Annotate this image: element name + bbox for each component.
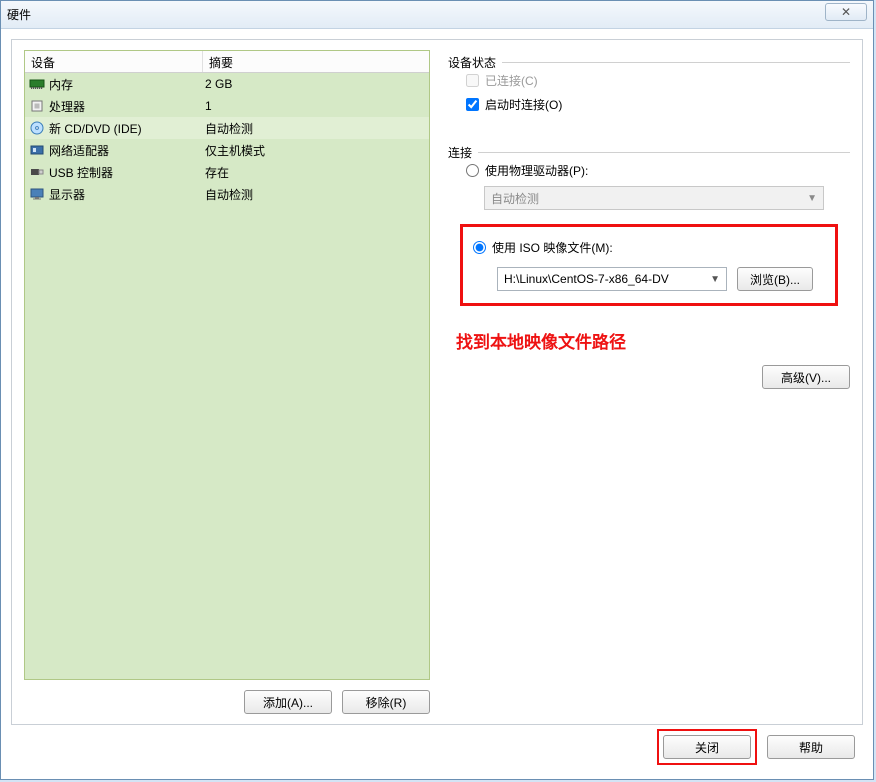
memory-icon <box>29 77 45 91</box>
titlebar-title: 硬件 <box>7 6 31 23</box>
physical-drive-dropdown: 自动检测 ▼ <box>484 186 824 210</box>
annotation-text: 找到本地映像文件路径 <box>456 328 850 353</box>
device-name: 显示器 <box>49 186 85 203</box>
use-iso-label: 使用 ISO 映像文件(M): <box>492 239 613 256</box>
summary-cell: 自动检测 <box>203 186 429 203</box>
chevron-down-icon: ▼ <box>807 193 817 204</box>
connect-poweron-checkbox[interactable] <box>466 98 479 111</box>
main-columns: 设备 摘要 内存2 GB处理器1新 CD/DVD (IDE)自动检测网络适配器仅… <box>24 50 850 714</box>
table-row[interactable]: 新 CD/DVD (IDE) 自动检测 <box>25 117 429 139</box>
device-name: 内存 <box>49 76 73 93</box>
use-physical-radio-row[interactable]: 使用物理驱动器(P): <box>466 158 838 182</box>
connected-checkbox <box>466 74 479 87</box>
device-name: USB 控制器 <box>49 164 113 181</box>
nic-icon <box>29 143 45 157</box>
summary-cell: 存在 <box>203 164 429 181</box>
summary-cell: 自动检测 <box>203 120 429 137</box>
device-table-body: 内存2 GB处理器1新 CD/DVD (IDE)自动检测网络适配器仅主机模式US… <box>25 73 429 679</box>
table-row[interactable]: USB 控制器 存在 <box>25 161 429 183</box>
connected-label: 已连接(C) <box>485 72 538 89</box>
table-row[interactable]: 网络适配器 仅主机模式 <box>25 139 429 161</box>
device-cell: USB 控制器 <box>25 164 203 181</box>
help-button[interactable]: 帮助 <box>767 735 855 759</box>
connect-poweron-checkbox-row[interactable]: 启动时连接(O) <box>466 92 838 116</box>
iso-path-combobox[interactable]: H:\Linux\CentOS-7-x86_64-DV ▼ <box>497 267 727 291</box>
inner-panel: 设备 摘要 内存2 GB处理器1新 CD/DVD (IDE)自动检测网络适配器仅… <box>11 39 863 725</box>
annotation-highlight-box: 使用 ISO 映像文件(M): H:\Linux\CentOS-7-x86_64… <box>460 224 838 306</box>
browse-button[interactable]: 浏览(B)... <box>737 267 813 291</box>
window-close-button[interactable]: ✕ <box>825 3 867 21</box>
remove-button[interactable]: 移除(R) <box>342 690 430 714</box>
close-icon: ✕ <box>841 5 851 19</box>
summary-cell: 仅主机模式 <box>203 142 429 159</box>
physical-drive-value: 自动检测 <box>491 190 539 207</box>
advanced-button[interactable]: 高级(V)... <box>762 365 850 389</box>
content-wrap: 设备 摘要 内存2 GB处理器1新 CD/DVD (IDE)自动检测网络适配器仅… <box>1 29 873 779</box>
device-name: 网络适配器 <box>49 142 109 159</box>
iso-path-value: H:\Linux\CentOS-7-x86_64-DV <box>504 272 669 286</box>
col-header-device[interactable]: 设备 <box>25 51 203 72</box>
table-row[interactable]: 处理器 1 <box>25 95 429 117</box>
usb-icon <box>29 165 45 179</box>
display-icon <box>29 187 45 201</box>
iso-row: H:\Linux\CentOS-7-x86_64-DV ▼ 浏览(B)... <box>497 267 825 291</box>
cd-icon <box>29 121 45 135</box>
left-column: 设备 摘要 内存2 GB处理器1新 CD/DVD (IDE)自动检测网络适配器仅… <box>24 50 430 714</box>
device-cell: 显示器 <box>25 186 203 203</box>
device-cell: 新 CD/DVD (IDE) <box>25 120 203 137</box>
close-button[interactable]: 关闭 <box>663 735 751 759</box>
close-button-highlight: 关闭 <box>657 729 757 765</box>
hardware-dialog: 硬件 ✕ 设备 摘要 内存2 GB处理器1新 CD/DVD (IDE)自动检测网… <box>0 0 874 780</box>
use-physical-label: 使用物理驱动器(P): <box>485 162 588 179</box>
use-physical-radio[interactable] <box>466 164 479 177</box>
titlebar: 硬件 ✕ <box>1 1 873 29</box>
col-header-summary[interactable]: 摘要 <box>203 51 429 72</box>
connection-legend: 连接 <box>448 144 478 161</box>
use-iso-radio[interactable] <box>473 241 486 254</box>
device-status-group: 设备状态 已连接(C) 启动时连接(O) <box>448 54 850 126</box>
device-status-legend: 设备状态 <box>448 54 502 71</box>
summary-cell: 2 GB <box>203 77 429 91</box>
summary-cell: 1 <box>203 99 429 113</box>
left-button-row: 添加(A)... 移除(R) <box>24 690 430 714</box>
use-iso-radio-row[interactable]: 使用 ISO 映像文件(M): <box>473 235 825 259</box>
device-cell: 内存 <box>25 76 203 93</box>
cpu-icon <box>29 99 45 113</box>
device-cell: 处理器 <box>25 98 203 115</box>
table-row[interactable]: 内存 2 GB <box>25 73 429 95</box>
connection-group: 连接 使用物理驱动器(P): 自动检测 ▼ 使用 ISO <box>448 144 850 316</box>
connected-checkbox-row: 已连接(C) <box>466 68 838 92</box>
device-name: 处理器 <box>49 98 85 115</box>
table-row[interactable]: 显示器 自动检测 <box>25 183 429 205</box>
add-button[interactable]: 添加(A)... <box>244 690 332 714</box>
device-name: 新 CD/DVD (IDE) <box>49 120 142 137</box>
dialog-footer: 关闭 帮助 <box>11 725 863 769</box>
device-table: 设备 摘要 内存2 GB处理器1新 CD/DVD (IDE)自动检测网络适配器仅… <box>24 50 430 680</box>
device-cell: 网络适配器 <box>25 142 203 159</box>
chevron-down-icon: ▼ <box>710 274 720 285</box>
device-table-header: 设备 摘要 <box>25 51 429 73</box>
right-column: 设备状态 已连接(C) 启动时连接(O) 连接 <box>448 50 850 714</box>
connect-poweron-label: 启动时连接(O) <box>485 96 562 113</box>
advanced-row: 高级(V)... <box>448 365 850 389</box>
